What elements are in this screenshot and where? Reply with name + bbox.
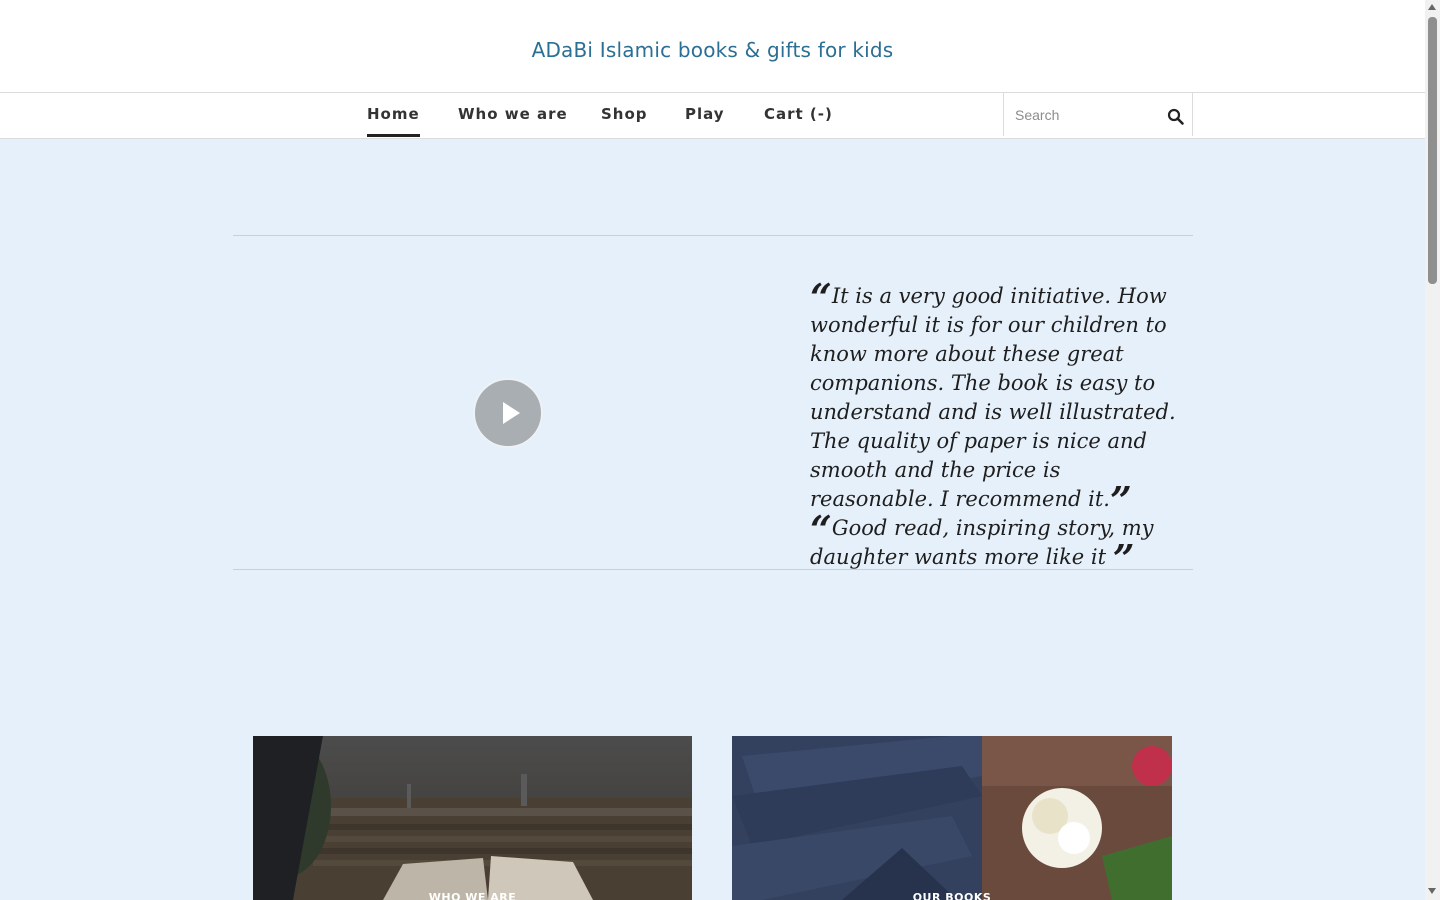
site-title[interactable]: ADaBi Islamic books & gifts for kids — [0, 38, 1425, 62]
search-input[interactable] — [1013, 103, 1157, 127]
testimonial-text-2: Good read, inspiring story, my daughter … — [810, 516, 1154, 569]
section-divider-top — [233, 235, 1193, 236]
scroll-down-arrow-icon[interactable] — [1428, 888, 1436, 894]
scrollbar-thumb[interactable] — [1428, 17, 1437, 284]
nav-item-home[interactable]: Home — [367, 93, 420, 137]
close-quote-icon: ” — [1112, 536, 1135, 581]
city-book-image — [253, 736, 692, 900]
video-play-button[interactable] — [473, 378, 543, 448]
testimonial-text-1: It is a very good initiative. How wonder… — [810, 284, 1176, 511]
nav-item-cart[interactable]: Cart (-) — [764, 93, 833, 136]
vertical-scrollbar[interactable] — [1425, 0, 1440, 900]
card-our-books[interactable]: OUR BOOKS — [732, 736, 1172, 900]
nav-item-play[interactable]: Play — [685, 93, 725, 136]
page: ADaBi Islamic books & gifts for kids Hom… — [0, 0, 1425, 900]
open-quote-icon: “ — [810, 507, 832, 552]
main-nav: Home Who we are Shop Play Cart (-) — [0, 93, 1425, 139]
testimonial-block: “It is a very good initiative. How wonde… — [810, 279, 1190, 578]
search-icon[interactable] — [1167, 108, 1185, 126]
card-label-who-we-are: WHO WE ARE — [428, 891, 517, 900]
card-who-we-are[interactable]: WHO WE ARE — [253, 736, 692, 900]
card-label-our-books: OUR BOOKS — [912, 891, 992, 900]
section-divider-bottom — [233, 569, 1193, 570]
close-quote-icon: ” — [1109, 478, 1132, 523]
nav-item-who-we-are[interactable]: Who we are — [458, 93, 568, 136]
play-icon — [503, 402, 520, 424]
site-header: ADaBi Islamic books & gifts for kids — [0, 0, 1425, 93]
nav-item-shop[interactable]: Shop — [601, 93, 648, 136]
scroll-up-arrow-icon[interactable] — [1428, 4, 1436, 10]
search-box — [1003, 93, 1193, 136]
open-quote-icon: “ — [810, 275, 832, 320]
books-flower-image — [732, 736, 1172, 900]
